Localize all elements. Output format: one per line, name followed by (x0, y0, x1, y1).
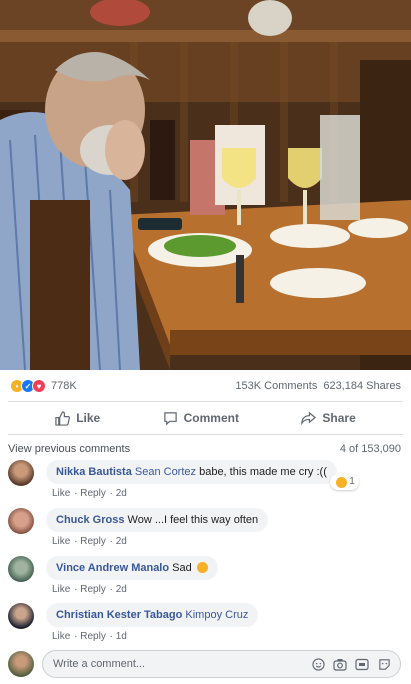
emoji-icon[interactable] (310, 656, 326, 672)
comment-text: babe, this made me cry :(( (196, 466, 327, 478)
comment-reply-link[interactable]: Reply (80, 584, 106, 595)
post-actions: Like Comment Share (0, 404, 411, 432)
avatar[interactable] (8, 556, 34, 582)
avatar[interactable] (8, 508, 34, 534)
comment-button[interactable]: Comment (163, 411, 239, 426)
comment-bubble: Nikka Bautista Sean Cortez babe, this ma… (46, 460, 359, 490)
comment-text: Wow ...I feel this way often (124, 514, 259, 526)
like-button-label: Like (76, 411, 101, 425)
post-photo[interactable] (0, 0, 411, 370)
comment-meta: Like · Reply · 2d (52, 536, 127, 547)
comment-meta: Like · Reply · 2d (52, 584, 127, 595)
comment-button-label: Comment (183, 411, 239, 425)
comment-bubble: Christian Kester Tabago Kimpoy Cruz (46, 603, 259, 627)
comment-like-link[interactable]: Like (52, 536, 70, 547)
comment-input[interactable]: Write a comment... (42, 650, 401, 678)
photo-illustration (0, 0, 411, 370)
comment-reaction-badge[interactable]: 1 (330, 474, 359, 490)
like-button[interactable]: Like (55, 410, 101, 426)
comment-reply-link[interactable]: Reply (80, 536, 106, 547)
comments-header: View previous comments 4 of 153,090 (8, 443, 401, 455)
comment-text: Sad (169, 562, 192, 574)
comment-reaction-count: 1 (349, 476, 355, 487)
comment-icon (163, 411, 177, 426)
comment-item: Christian Kester Tabago Kimpoy Cruz Like… (8, 603, 403, 642)
reactions-count[interactable]: 778K (51, 380, 77, 392)
sad-emoji-icon (336, 476, 348, 488)
current-user-avatar[interactable] (8, 651, 34, 677)
share-icon (301, 411, 317, 425)
comment-item: Vince Andrew Manalo Sad Like · Reply · 2… (8, 556, 403, 595)
comment-input-placeholder: Write a comment... (53, 658, 146, 670)
reaction-icons[interactable]: • ✓ ♥ (10, 379, 46, 393)
comment-bubble: Chuck Gross Wow ...I feel this way often (46, 508, 269, 532)
comment-like-link[interactable]: Like (52, 488, 70, 499)
camera-icon[interactable] (332, 656, 348, 672)
share-button[interactable]: Share (301, 411, 356, 426)
sad-emoji-icon (196, 562, 208, 573)
comment-tag[interactable]: Kimpoy Cruz (185, 609, 248, 621)
comment-bubble: Vince Andrew Manalo Sad (46, 556, 218, 580)
comment-composer: Write a comment... (8, 650, 401, 678)
share-button-label: Share (322, 411, 356, 425)
comment-time[interactable]: 2d (116, 488, 127, 499)
comment-like-link[interactable]: Like (52, 631, 70, 642)
avatar[interactable] (8, 460, 34, 486)
post-stats: • ✓ ♥ 778K 153K Comments 623,184 Shares (0, 372, 411, 400)
comment-reply-link[interactable]: Reply (80, 488, 106, 499)
comment-reply-link[interactable]: Reply (80, 631, 106, 642)
comment-author[interactable]: Vince Andrew Manalo (56, 562, 169, 574)
love-reaction-icon: ♥ (32, 379, 46, 393)
divider (8, 401, 403, 402)
comment-time[interactable]: 2d (116, 584, 127, 595)
thumbs-up-icon (55, 410, 71, 426)
view-previous-comments-link[interactable]: View previous comments (8, 443, 130, 455)
comment-author[interactable]: Christian Kester Tabago (56, 609, 182, 621)
sticker-icon[interactable] (376, 656, 392, 672)
comment-meta: Like · Reply · 1d (52, 631, 127, 642)
comment-time[interactable]: 2d (116, 536, 127, 547)
comment-time[interactable]: 1d (116, 631, 127, 642)
comment-author[interactable]: Chuck Gross (56, 514, 124, 526)
comments-position: 4 of 153,090 (339, 443, 401, 455)
comment-item: Nikka Bautista Sean Cortez babe, this ma… (8, 460, 403, 499)
comment-like-link[interactable]: Like (52, 584, 70, 595)
comment-tag[interactable]: Sean Cortez (135, 466, 196, 478)
divider (8, 434, 403, 435)
comment-item: Chuck Gross Wow ...I feel this way often… (8, 508, 403, 547)
shares-count[interactable]: 623,184 Shares (323, 380, 401, 392)
comments-count[interactable]: 153K Comments (235, 380, 317, 392)
comment-meta: Like · Reply · 2d (52, 488, 127, 499)
gif-icon[interactable] (354, 656, 370, 672)
avatar[interactable] (8, 603, 34, 629)
comment-author[interactable]: Nikka Bautista (56, 466, 132, 478)
